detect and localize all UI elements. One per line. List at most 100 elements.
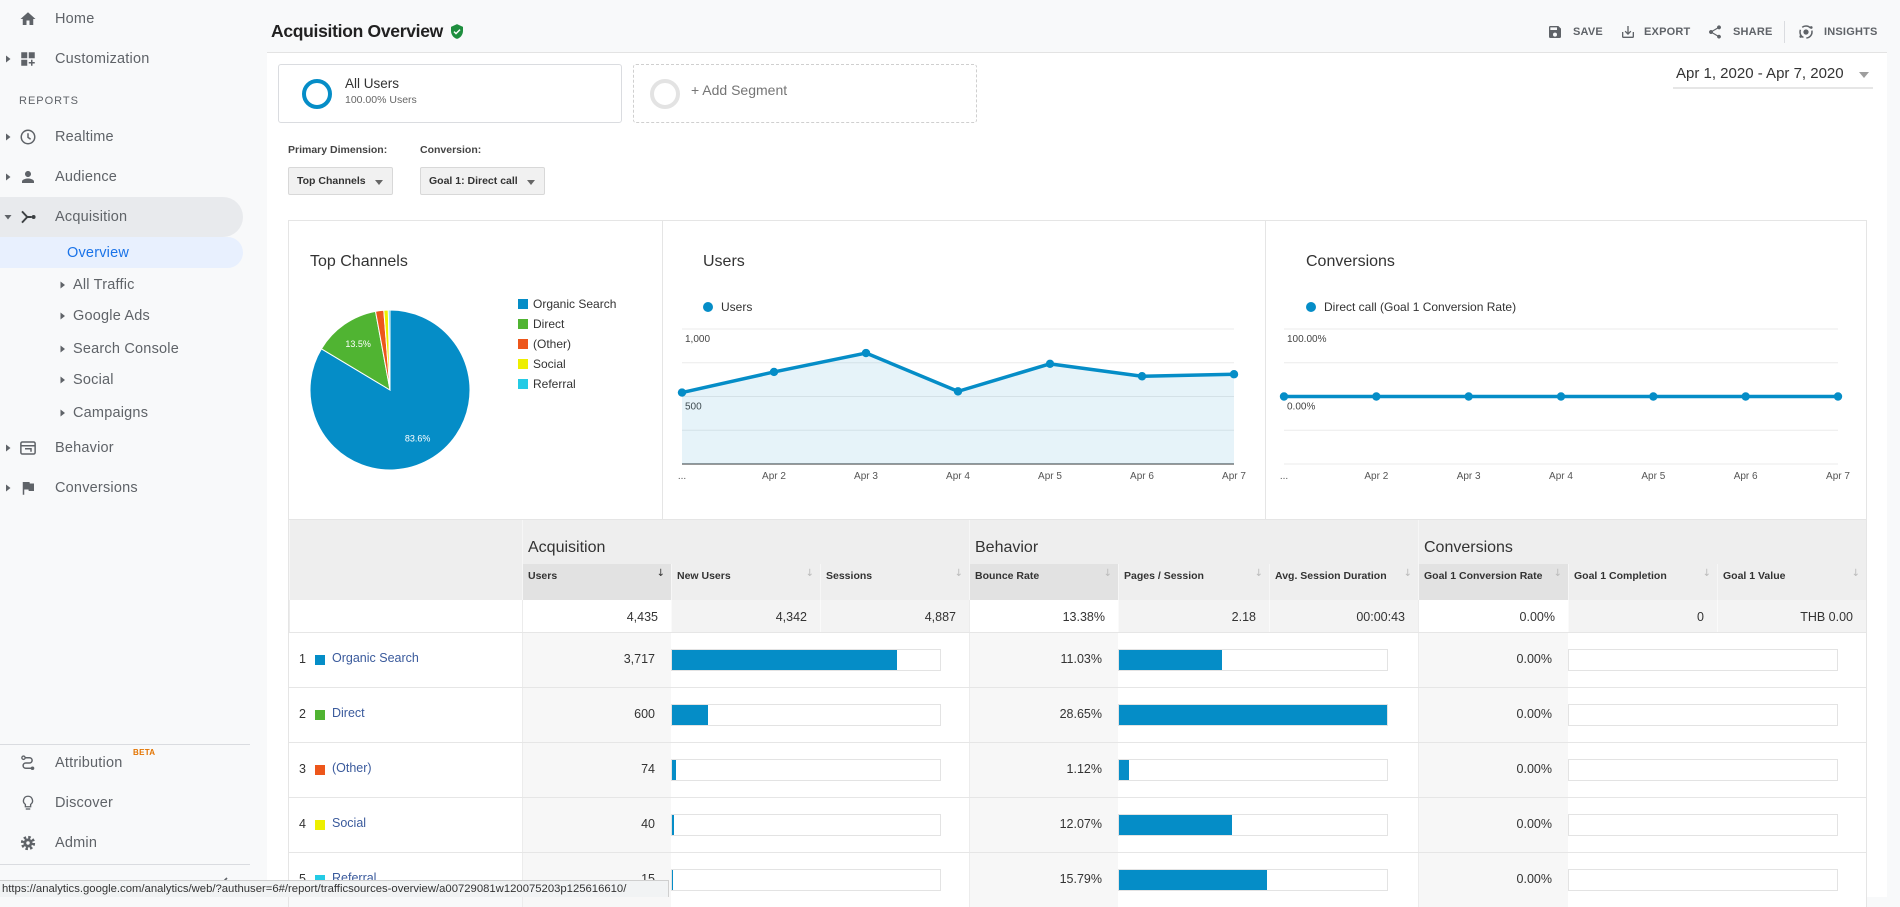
sort-icon[interactable]: ↓ (1104, 568, 1112, 579)
column-header-bounce-rate[interactable]: Bounce Rate ↓ (969, 564, 1118, 600)
users-bar-fill (672, 650, 897, 670)
share-button[interactable]: SHARE (1707, 22, 1772, 42)
legend-dot (703, 302, 713, 312)
sidebar-item-realtime[interactable]: Realtime (0, 117, 243, 157)
export-button[interactable]: EXPORT (1620, 22, 1690, 42)
data-point[interactable] (1649, 392, 1658, 401)
behavior-icon (20, 441, 36, 455)
data-point[interactable] (1741, 392, 1750, 401)
sort-icon[interactable]: ↓ (1554, 568, 1562, 579)
sidebar-subitem-campaigns[interactable]: Campaigns (0, 397, 243, 429)
caret-right-icon[interactable] (5, 484, 12, 492)
column-label: Bounce Rate (975, 570, 1040, 582)
caret-right-icon[interactable] (5, 444, 12, 452)
data-point[interactable] (1045, 359, 1055, 369)
channel-color-swatch (315, 655, 325, 665)
channel-color-swatch (315, 765, 325, 775)
data-point[interactable] (1229, 370, 1239, 379)
bounce-rate-bar-fill (1119, 705, 1387, 725)
sidebar-item-behavior[interactable]: Behavior (0, 428, 243, 468)
caret-right-icon[interactable] (60, 376, 66, 384)
sidebar-item-admin[interactable]: Admin (0, 823, 243, 863)
sort-icon[interactable]: ↓ (1703, 568, 1711, 579)
caret-right-icon[interactable] (5, 133, 12, 141)
sort-icon[interactable]: ↓ (955, 568, 963, 579)
beta-badge: BETA (133, 748, 156, 757)
conversion-goal-select[interactable]: Goal 1: Direct call (420, 167, 545, 195)
data-point[interactable] (1279, 392, 1289, 401)
column-header-new-users[interactable]: New Users ↓ (671, 564, 820, 600)
column-label: New Users (677, 570, 731, 582)
data-point[interactable] (1464, 392, 1473, 401)
person-icon (22, 171, 34, 183)
sidebar-item-home[interactable]: Home (0, 0, 243, 39)
legend-label: Organic Search (533, 297, 616, 311)
caret-right-icon[interactable] (60, 312, 66, 320)
primary-dimension-label: Primary Dimension: (288, 144, 388, 156)
sidebar-item-attribution[interactable]: Attribution BETA (0, 743, 243, 783)
column-header-users[interactable]: Users ↓ (522, 564, 671, 600)
sidebar-item-acquisition[interactable]: Acquisition (0, 197, 243, 237)
sort-descending-icon[interactable]: ↓ (657, 568, 665, 579)
caret-right-icon[interactable] (5, 173, 12, 181)
group-header-behavior: Behavior (969, 520, 1418, 564)
legend-label: Direct (533, 317, 565, 331)
caret-down-icon[interactable] (4, 214, 12, 221)
sidebar-subitem-search-console[interactable]: Search Console (0, 333, 243, 365)
channel-link[interactable]: (Other) (332, 761, 372, 775)
insights-button[interactable]: INSIGHTS (1797, 22, 1877, 42)
column-header-avg-session-duration[interactable]: Avg. Session Duration ↓ (1269, 564, 1418, 600)
save-label: SAVE (1573, 26, 1603, 38)
users-value: 600 (634, 707, 655, 721)
users-bar-track (671, 814, 941, 836)
x-tick-label: Apr 7 (1826, 471, 1850, 482)
sidebar-subitem-all-traffic[interactable]: All Traffic (0, 269, 243, 301)
caret-right-icon[interactable] (5, 55, 12, 63)
sort-icon[interactable]: ↓ (1404, 568, 1412, 579)
data-point[interactable] (1137, 372, 1147, 381)
column-header-goal-1-completion[interactable]: Goal 1 Completion ↓ (1568, 564, 1717, 600)
segment-name: All Users (345, 76, 400, 91)
sort-icon[interactable]: ↓ (806, 568, 814, 579)
users-bar-fill (672, 760, 677, 780)
column-header-goal-1-conversion-rate[interactable]: Goal 1 Conversion Rate ↓ (1418, 564, 1568, 600)
data-point[interactable] (1833, 392, 1843, 401)
date-range-picker[interactable]: Apr 1, 2020 - Apr 7, 2020 (1673, 53, 1873, 89)
channel-link[interactable]: Organic Search (332, 651, 419, 665)
sidebar-item-discover[interactable]: Discover (0, 783, 243, 823)
data-point[interactable] (677, 388, 687, 397)
conversion-rate-bar-track (1568, 649, 1838, 671)
caret-right-icon[interactable] (60, 409, 66, 417)
sort-icon[interactable]: ↓ (1255, 568, 1263, 579)
sidebar-item-audience[interactable]: Audience (0, 157, 243, 197)
column-header-goal-1-value[interactable]: Goal 1 Value ↓ (1717, 564, 1866, 600)
bounce-rate-cell: 28.65% (969, 688, 1118, 742)
channel-link[interactable]: Direct (332, 706, 365, 720)
sidebar-item-customization[interactable]: Customization (0, 39, 243, 79)
segment-all-users[interactable]: All Users 100.00% Users (278, 64, 622, 123)
segment-ring-icon (302, 79, 332, 109)
save-button[interactable]: SAVE (1547, 22, 1603, 42)
sidebar-subitem-social[interactable]: Social (0, 364, 243, 396)
data-point[interactable] (953, 387, 963, 396)
column-header-sessions[interactable]: Sessions ↓ (820, 564, 969, 600)
column-label: Avg. Session Duration (1275, 570, 1387, 582)
legend-swatch (518, 319, 528, 329)
primary-dimension-select[interactable]: Top Channels (288, 167, 393, 195)
sidebar-item-conversions[interactable]: Conversions (0, 468, 243, 508)
sidebar-subitem-overview[interactable]: Overview (0, 237, 243, 268)
sort-icon[interactable]: ↓ (1852, 568, 1860, 579)
table-column-header-row: Users ↓ New Users ↓ Sessions ↓ Bounce Rate ↓ Pag… (289, 564, 1866, 600)
data-point[interactable] (861, 348, 871, 358)
sidebar-subitem-google-ads[interactable]: Google Ads (0, 300, 243, 332)
data-point[interactable] (1556, 392, 1566, 401)
caret-right-icon[interactable] (60, 345, 66, 353)
column-header-pages-session[interactable]: Pages / Session ↓ (1118, 564, 1269, 600)
x-tick-label: Apr 7 (1222, 471, 1246, 482)
data-point[interactable] (1372, 392, 1381, 401)
data-point[interactable] (769, 367, 779, 377)
caret-right-icon[interactable] (60, 281, 66, 289)
add-segment-button[interactable]: + Add Segment (633, 64, 977, 123)
totals-cell: 13.38% (969, 600, 1118, 632)
channel-link[interactable]: Social (332, 816, 366, 830)
